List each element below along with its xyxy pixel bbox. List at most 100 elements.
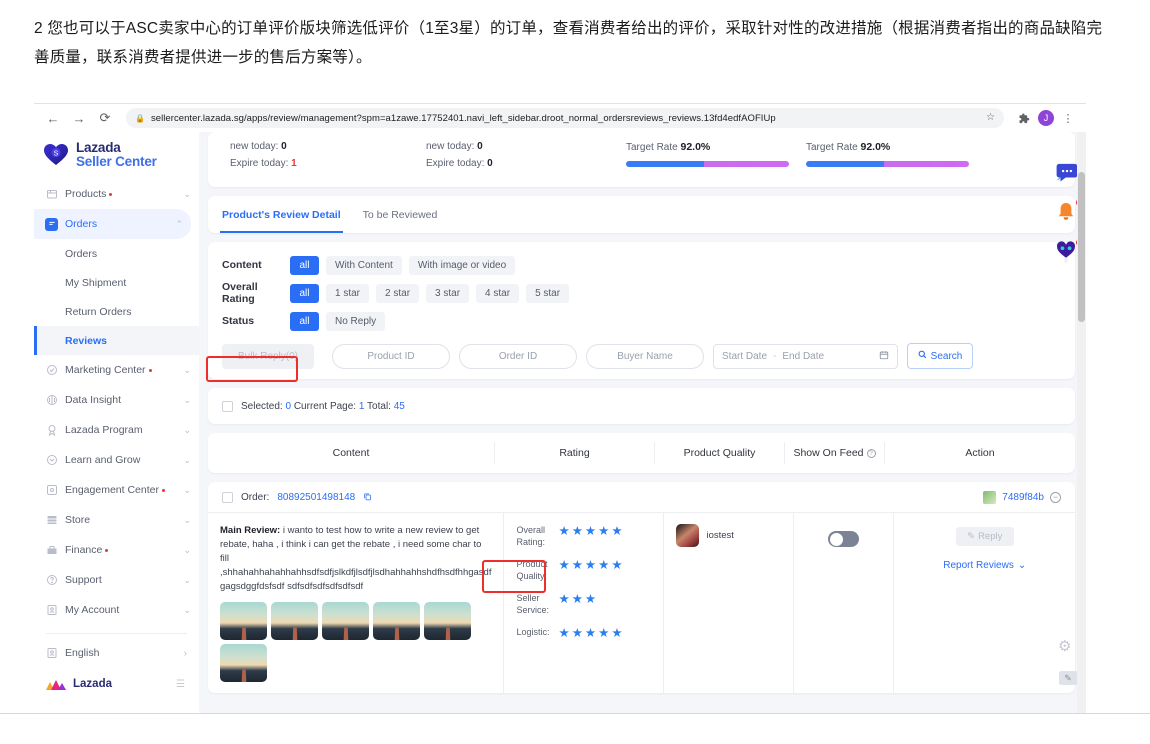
order-checkbox[interactable] xyxy=(222,492,233,503)
review-thumbnail[interactable] xyxy=(220,602,267,640)
extensions-icon[interactable] xyxy=(1014,108,1034,128)
reply-button[interactable]: ✎ Reply xyxy=(956,527,1014,546)
sidebar-label-learn-and-grow: Learn and Grow xyxy=(65,454,176,466)
order-id-input[interactable]: Order ID xyxy=(459,344,577,369)
sidebar-footer-logo[interactable]: Lazada ☰ xyxy=(34,678,199,690)
filter-row-status: Status all No Reply xyxy=(222,308,1061,334)
edit-icon[interactable]: ✎ xyxy=(1059,671,1077,685)
review-thumbnail[interactable] xyxy=(271,602,318,640)
bookmark-star-icon[interactable]: ☆ xyxy=(986,112,995,124)
menu-bars-icon[interactable]: ☰ xyxy=(176,679,185,690)
total-value: 45 xyxy=(394,401,405,412)
filter-label-content: Content xyxy=(222,259,290,271)
review-thumbnail[interactable] xyxy=(322,602,369,640)
sidebar-item-support[interactable]: Support ⌄ xyxy=(34,565,199,595)
finance-icon xyxy=(45,544,58,557)
back-icon[interactable]: ← xyxy=(42,107,64,129)
sidebar-item-language[interactable]: English › xyxy=(34,638,199,668)
total-label: Total: xyxy=(367,401,391,412)
date-range-picker[interactable]: Start Date - End Date xyxy=(713,344,898,369)
gear-icon[interactable]: ⚙ xyxy=(1058,637,1071,655)
star-icon: ★ xyxy=(585,559,596,571)
review-thumbnail[interactable] xyxy=(424,602,471,640)
bulk-reply-button[interactable]: Bulk Reply(0) xyxy=(222,344,314,369)
sidebar-item-engagement-center[interactable]: Engagement Center ⌄ xyxy=(34,475,199,505)
globe-icon xyxy=(45,647,58,660)
search-button[interactable]: Search xyxy=(907,343,973,369)
chevron-up-icon: ⌃ xyxy=(175,219,183,230)
filter-chip-4-star[interactable]: 4 star xyxy=(476,284,519,303)
filter-chip-no-reply[interactable]: No Reply xyxy=(326,312,385,331)
main-content: new today: 0 Expire today: 1 new today: … xyxy=(199,132,1086,713)
sidebar-item-products[interactable]: Products ⌄ xyxy=(34,179,199,209)
chevron-down-icon: ⌄ xyxy=(183,545,191,556)
search-icon xyxy=(918,350,927,362)
copy-icon[interactable] xyxy=(363,492,372,503)
sidebar-item-data-insight[interactable]: Data Insight ⌄ xyxy=(34,385,199,415)
filter-chip-2-star[interactable]: 2 star xyxy=(376,284,419,303)
notification-dot xyxy=(149,369,152,372)
review-thumbnail[interactable] xyxy=(220,644,267,682)
filter-chip-5-star[interactable]: 5 star xyxy=(526,284,569,303)
brand-logo[interactable]: S Lazada Seller Center xyxy=(34,132,199,179)
report-reviews-label: Report Reviews xyxy=(943,560,1014,571)
sidebar-item-store[interactable]: Store ⌄ xyxy=(34,505,199,535)
end-date-input[interactable]: End Date xyxy=(782,351,824,362)
star-icon: ★ xyxy=(572,525,583,537)
review-thumbnail[interactable] xyxy=(373,602,420,640)
stat-1-expire-today-label: Expire today: xyxy=(230,158,288,169)
scrollbar-thumb[interactable] xyxy=(1078,172,1085,322)
sidebar-item-finance[interactable]: Finance ⌄ xyxy=(34,535,199,565)
buyer-name-input[interactable]: Buyer Name xyxy=(586,344,704,369)
forward-icon[interactable]: → xyxy=(68,107,90,129)
sidebar-item-lazada-program[interactable]: Lazada Program ⌄ xyxy=(34,415,199,445)
shop-name[interactable]: 7489f84b xyxy=(1002,492,1044,503)
sidebar-item-my-shipment[interactable]: My Shipment xyxy=(34,268,199,297)
sidebar-item-orders-sub[interactable]: Orders xyxy=(34,239,199,268)
chevron-down-icon: ⌄ xyxy=(1018,560,1026,571)
vertical-scrollbar[interactable] xyxy=(1077,132,1086,713)
page-content: S Lazada Seller Center Products ⌄ Or xyxy=(34,132,1086,713)
filter-chip-1-star[interactable]: 1 star xyxy=(326,284,369,303)
tab-products-review-detail[interactable]: Product's Review Detail xyxy=(222,196,341,233)
product-id-input[interactable]: Product ID xyxy=(332,344,450,369)
sidebar-item-marketing-center[interactable]: Marketing Center ⌄ xyxy=(34,355,199,385)
profile-avatar[interactable]: J xyxy=(1038,110,1054,126)
sidebar-item-reviews[interactable]: Reviews xyxy=(34,326,199,355)
help-icon[interactable]: ? xyxy=(867,449,876,458)
sidebar-item-return-orders[interactable]: Return Orders xyxy=(34,297,199,326)
browser-menu-icon[interactable]: ⋮ xyxy=(1058,108,1078,128)
report-reviews-link[interactable]: Report Reviews ⌄ xyxy=(943,560,1026,571)
select-all-checkbox[interactable] xyxy=(222,401,233,412)
selected-value: 0 xyxy=(285,401,291,412)
brand-text: Lazada Seller Center xyxy=(76,141,157,169)
rating-stars-product-quality: ★★★★★ xyxy=(558,558,622,571)
filter-chip-with-content[interactable]: With Content xyxy=(326,256,402,275)
tab-to-be-reviewed[interactable]: To be Reviewed xyxy=(363,196,438,233)
stat-3-target-value: 92.0% xyxy=(680,141,710,153)
stat-1-new-today-label: new today: xyxy=(230,141,278,152)
stat-block-1: new today: 0 Expire today: 1 xyxy=(230,138,426,172)
stat-2-new-today-value: 0 xyxy=(477,141,483,152)
start-date-input[interactable]: Start Date xyxy=(722,351,767,362)
search-button-label: Search xyxy=(931,351,963,362)
filter-chip-status-all[interactable]: all xyxy=(290,312,319,331)
rating-label-seller-service: Seller Service: xyxy=(516,592,558,616)
toggle-knob xyxy=(830,533,843,546)
stat-2-expire-today-label: Expire today: xyxy=(426,158,484,169)
reload-icon[interactable]: ⟳ xyxy=(94,107,116,129)
filter-chip-content-all[interactable]: all xyxy=(290,256,319,275)
filter-label-status: Status xyxy=(222,315,290,327)
filter-chip-3-star[interactable]: 3 star xyxy=(426,284,469,303)
sidebar-item-my-account[interactable]: My Account ⌄ xyxy=(34,595,199,625)
order-id-link[interactable]: 80892501498148 xyxy=(277,492,355,503)
show-on-feed-toggle[interactable] xyxy=(828,531,859,547)
calendar-icon[interactable] xyxy=(879,350,889,363)
sidebar-divider xyxy=(46,633,187,634)
star-icon: ★ xyxy=(572,627,583,639)
filter-chip-rating-all[interactable]: all xyxy=(290,284,319,303)
address-bar[interactable]: 🔒 sellercenter.lazada.sg/apps/review/man… xyxy=(126,108,1004,128)
filter-chip-with-image-or-video[interactable]: With image or video xyxy=(409,256,515,275)
sidebar-item-orders[interactable]: Orders ⌃ xyxy=(34,209,191,239)
sidebar-item-learn-and-grow[interactable]: Learn and Grow ⌄ xyxy=(34,445,199,475)
